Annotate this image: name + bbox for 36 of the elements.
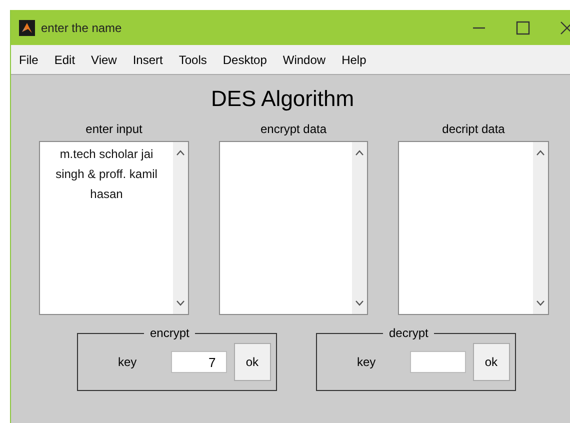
panel-title: decrypt [383,325,434,341]
menu-item[interactable]: Insert [132,50,163,68]
input-text: m.tech scholar jai singh & proff. kamil hasan [54,146,158,203]
app-icon [19,20,35,36]
menu-item[interactable]: Help [342,50,366,68]
ok-button[interactable]: ok [234,343,271,381]
key-label: key [357,354,376,371]
close-icon[interactable] [560,20,570,34]
column-label: encrypt data [260,121,327,137]
key-field[interactable]: 7 [170,351,227,373]
window-title: enter the name [41,20,122,36]
scroll-down-icon[interactable] [176,300,185,306]
heading: DES Algorithm [211,85,354,113]
text-area[interactable]: m.tech scholar jai singh & proff. kamil hasan [39,141,189,315]
scrollbar[interactable] [533,142,548,314]
scroll-up-icon[interactable] [536,150,545,156]
menu-item[interactable]: View [91,50,117,68]
menu-item[interactable]: File [19,50,38,68]
scroll-up-icon[interactable] [176,150,185,156]
scrollbar[interactable] [173,142,188,314]
column-label: decript data [442,121,505,137]
menu-item[interactable]: Desktop [222,50,267,68]
scroll-down-icon[interactable] [355,300,364,306]
maximize-icon[interactable] [516,20,530,34]
column-label: enter input [86,121,142,137]
menu-item[interactable]: Tools [178,50,207,68]
menu-item[interactable]: Window [282,50,326,68]
scroll-up-icon[interactable] [355,150,364,156]
key-field[interactable] [410,351,466,373]
menu-item[interactable]: Edit [54,50,76,68]
scroll-down-icon[interactable] [536,300,545,306]
key-label: key [118,354,137,371]
text-area[interactable] [398,141,549,315]
text-area[interactable] [219,141,368,315]
scrollbar[interactable] [352,142,367,314]
ok-button[interactable]: ok [472,343,510,381]
